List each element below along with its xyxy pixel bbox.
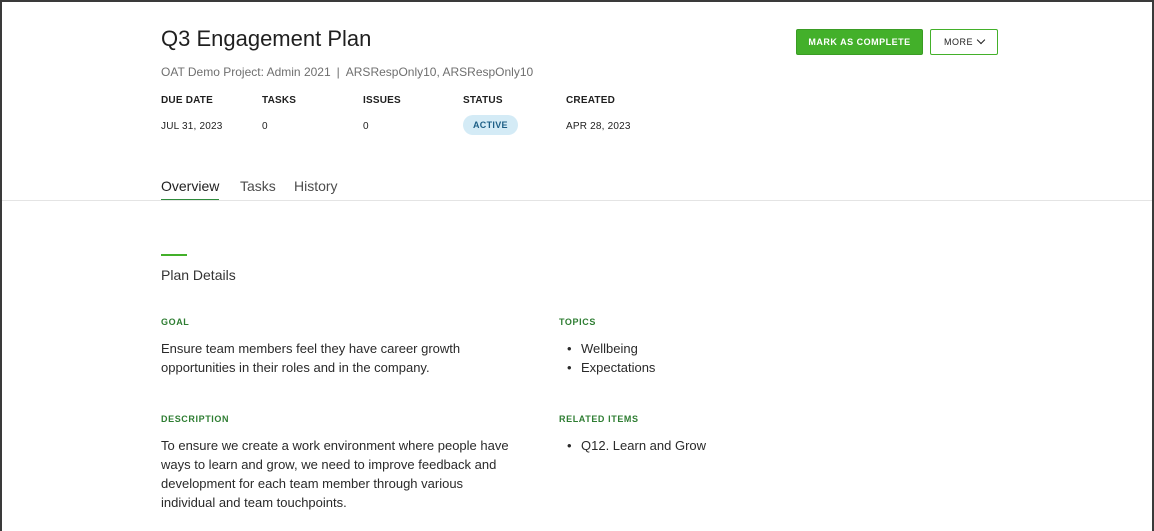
stat-issues: ISSUES 0 [363, 95, 401, 132]
description-label: DESCRIPTION [161, 414, 230, 424]
topics-list: Wellbeing Expectations [559, 339, 655, 377]
topic-item: Wellbeing [559, 339, 655, 358]
tab-overview[interactable]: Overview [161, 178, 219, 194]
goal-label: GOAL [161, 317, 190, 327]
tab-history[interactable]: History [294, 178, 338, 194]
section-accent-line [161, 254, 187, 256]
plan-details-heading: Plan Details [161, 267, 236, 283]
related-items-list: Q12. Learn and Grow [559, 436, 706, 455]
description-line: To ensure we create a work environment w… [161, 438, 509, 453]
goal-text: Ensure team members feel they have caree… [161, 339, 460, 377]
tab-tasks[interactable]: Tasks [240, 178, 276, 194]
topic-item: Expectations [559, 358, 655, 377]
stat-due-date: DUE DATE JUL 31, 2023 [161, 95, 223, 132]
stat-status: STATUS ACTIVE [463, 95, 518, 135]
chevron-down-icon [976, 35, 986, 45]
project-name: OAT Demo Project: Admin 2021 [161, 65, 331, 79]
issues-count-value: 0 [363, 121, 369, 132]
description-text: To ensure we create a work environment w… [161, 436, 509, 512]
stat-label: DUE DATE [161, 95, 213, 106]
stat-label: CREATED [566, 95, 615, 106]
stat-label: STATUS [463, 95, 503, 106]
description-line: ways to learn and grow, we need to impro… [161, 457, 497, 472]
description-line: development for each team member through… [161, 476, 464, 491]
subtitle-separator: | [336, 65, 340, 79]
created-date-value: APR 28, 2023 [566, 121, 631, 132]
stat-tasks: TASKS 0 [262, 95, 296, 132]
stat-label: TASKS [262, 95, 297, 106]
plan-subtitle: OAT Demo Project: Admin 2021 | ARSRespOnly… [161, 65, 533, 79]
mark-as-complete-button[interactable]: MARK AS COMPLETE [796, 29, 923, 55]
stat-label: ISSUES [363, 95, 401, 106]
topics-label: TOPICS [559, 317, 596, 327]
due-date-value: JUL 31, 2023 [161, 121, 223, 132]
goal-line: opportunities in their roles and in the … [161, 360, 430, 375]
tasks-count-value: 0 [262, 121, 268, 132]
plan-owner: ARSRespOnly10, ARSRespOnly10 [345, 65, 534, 79]
stat-created: CREATED APR 28, 2023 [566, 95, 631, 132]
page-title: Q3 Engagement Plan [161, 26, 372, 51]
description-line: individual and team touchpoints. [161, 495, 347, 510]
tabs-divider [2, 200, 1152, 201]
more-dropdown-button[interactable]: MORE [930, 29, 998, 55]
goal-line: Ensure team members feel they have caree… [161, 341, 461, 356]
related-item-link[interactable]: Q12. Learn and Grow [559, 436, 706, 455]
related-items-label: RELATED ITEMS [559, 414, 639, 424]
more-button-label: MORE [944, 37, 973, 47]
status-badge: ACTIVE [463, 115, 518, 135]
